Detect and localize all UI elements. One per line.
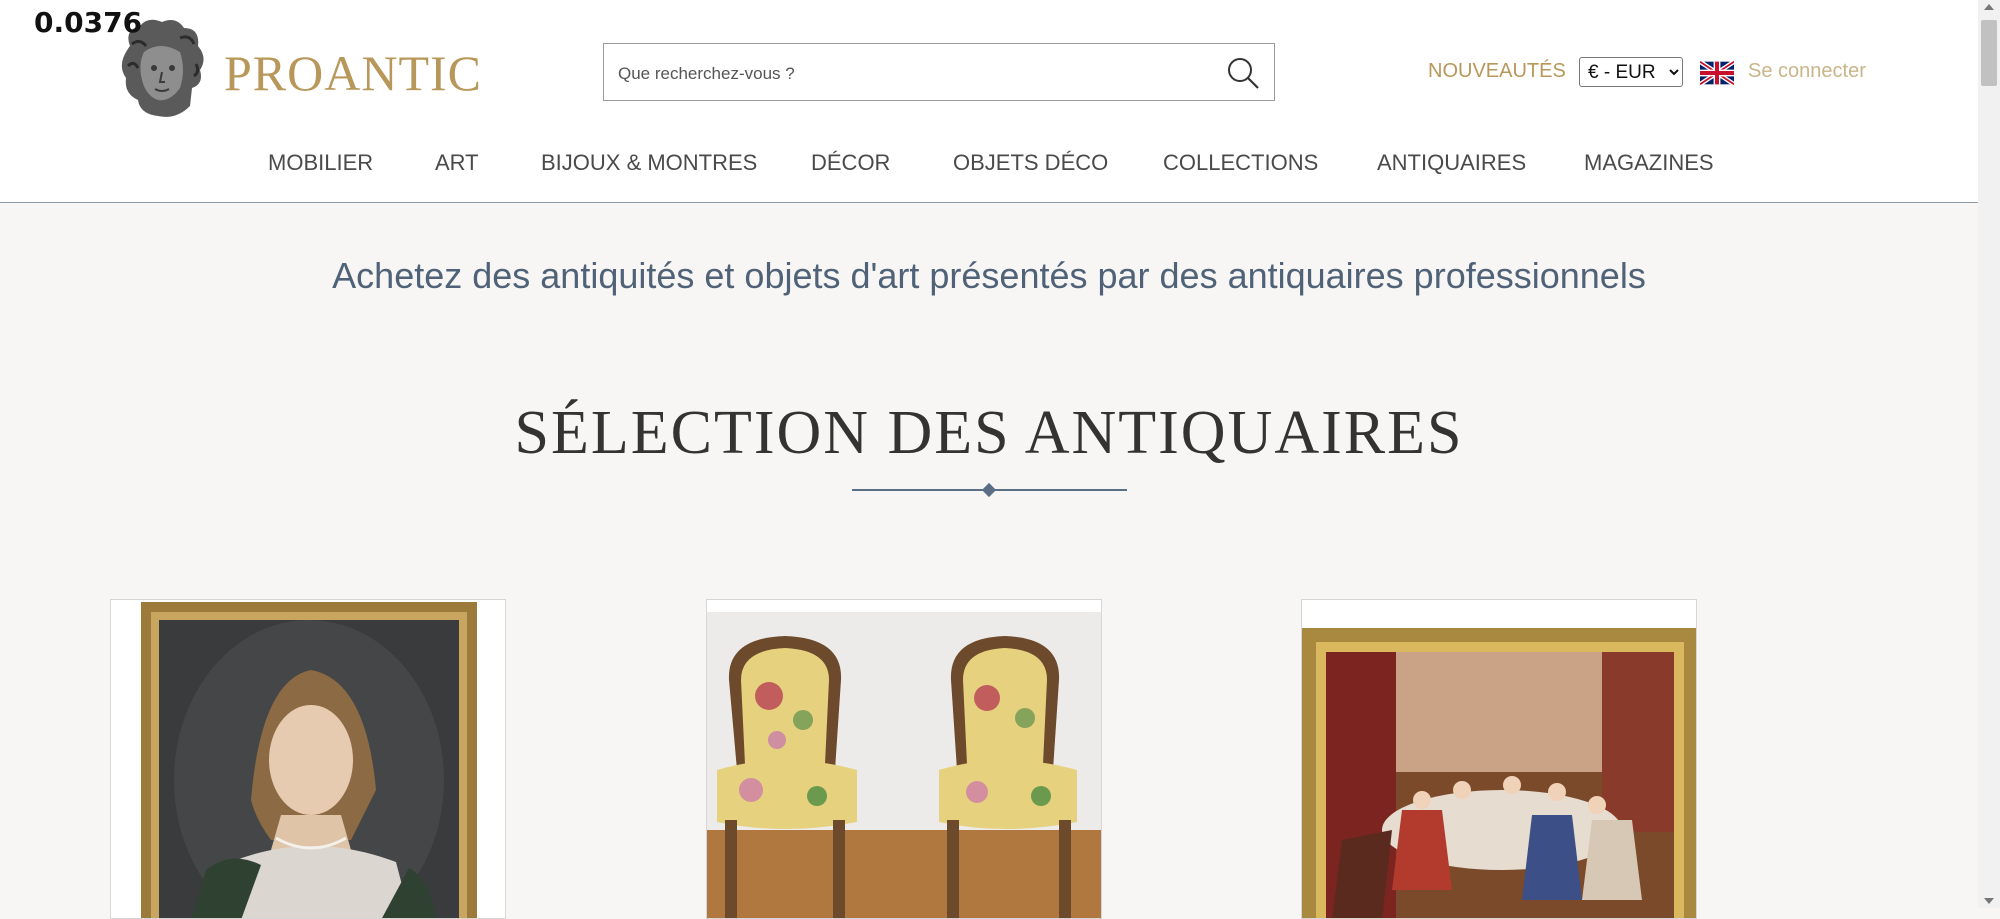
nav-item-mobilier[interactable]: MOBILIER [268,150,373,176]
nav-item-decor[interactable]: DÉCOR [811,150,890,176]
search-icon[interactable] [1224,54,1262,92]
uk-flag-icon[interactable] [1700,61,1734,85]
page-scrollbar[interactable] [1978,0,2000,908]
nav-item-antiquaires[interactable]: ANTIQUAIRES [1377,150,1526,176]
nav-item-objets-deco[interactable]: OBJETS DÉCO [953,150,1108,176]
site-header: PROANTIC NOUVEAUTÉS € - EUR Se connecter… [0,0,1978,203]
product-card-portrait[interactable] [110,599,506,919]
logo-text[interactable]: PROANTIC [224,44,482,102]
overlay-score: 0.0376 [34,6,143,39]
login-link[interactable]: Se connecter [1748,60,1866,83]
search-bar [603,43,1275,101]
banquet-painting-image [1302,600,1696,918]
scroll-down-arrow-icon[interactable] [1984,898,1994,904]
scroll-thumb[interactable] [1981,20,1997,86]
louis-xvi-chairs-image [707,600,1101,918]
title-diamond-ornament [981,482,997,498]
portrait-painting-image [111,600,505,918]
product-card-chairs[interactable] [706,599,1102,919]
scroll-up-arrow-icon[interactable] [1984,4,1994,10]
nav-item-art[interactable]: ART [435,150,479,176]
nav-item-magazines[interactable]: MAGAZINES [1584,150,1714,176]
new-arrivals-link[interactable]: NOUVEAUTÉS [1428,60,1566,83]
currency-select[interactable]: € - EUR [1579,57,1683,87]
section-title: SÉLECTION DES ANTIQUAIRES [514,399,1464,467]
nav-item-collections[interactable]: COLLECTIONS [1163,150,1318,176]
product-card-banquet-painting[interactable] [1301,599,1697,919]
search-input[interactable] [616,58,1200,90]
nav-item-bijoux-montres[interactable]: BIJOUX & MONTRES [541,150,757,176]
tagline: Achetez des antiquités et objets d'art p… [332,255,1646,296]
